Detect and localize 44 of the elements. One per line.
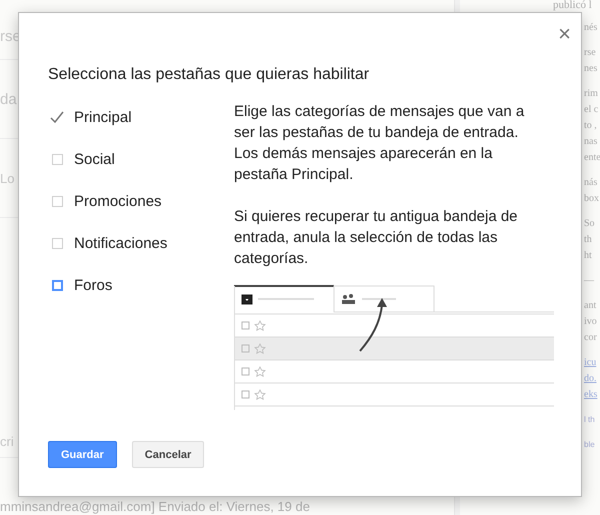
background-text: cor <box>584 331 597 345</box>
category-option[interactable]: Social <box>48 148 234 170</box>
description-text: Elige las categorías de mensajes que van a ser las pestañas de tu bandeja de entrada. Los demás mensajes aparecerán en la pestaña Principal. <box>234 102 526 185</box>
background-text: eks <box>584 388 598 402</box>
background-text: ble <box>584 439 595 451</box>
checkbox[interactable] <box>52 154 63 164</box>
background-text: ente <box>584 151 600 165</box>
background-text: nés <box>584 21 598 35</box>
checkbox[interactable] <box>52 280 63 290</box>
background-text: nás <box>584 176 598 190</box>
background-text: So <box>584 217 595 231</box>
background-text: — <box>584 274 594 288</box>
category-option[interactable]: Promociones <box>48 190 234 212</box>
background-text: nas <box>584 135 598 149</box>
background-text: th <box>584 233 592 247</box>
background-text: ivo <box>584 315 597 329</box>
category-label: Foros <box>74 276 112 294</box>
category-label: Principal <box>74 108 132 126</box>
cancel-button[interactable]: Cancelar <box>132 441 204 468</box>
background-text: l th <box>584 414 595 426</box>
category-option[interactable]: Notificaciones <box>48 232 234 254</box>
background-text: box <box>584 192 599 206</box>
background-text: rim <box>584 87 598 101</box>
background-text: rse <box>584 46 596 60</box>
background-text: to , <box>584 119 597 133</box>
category-option[interactable]: Foros <box>48 274 234 296</box>
background-text: nes <box>584 62 598 76</box>
checkmark-icon[interactable] <box>50 111 64 123</box>
category-label: Promociones <box>74 192 162 210</box>
background-text: icu <box>584 356 596 370</box>
background-text: ant <box>584 299 596 313</box>
email-header-text: mminsandrea@gmail.com] Enviado el: Viernes, 19 de <box>0 499 310 514</box>
background-text: do. <box>584 372 596 386</box>
background-text: publicó l <box>553 0 592 11</box>
background-text: ht <box>584 249 592 263</box>
category-label: Notificaciones <box>74 234 168 252</box>
checkbox[interactable] <box>52 238 63 248</box>
checkbox[interactable] <box>52 196 63 206</box>
category-label: Social <box>74 150 115 168</box>
description-text: Si quieres recuperar tu antigua bandeja de entrada, anula la selección de todas las categorías. <box>234 207 519 269</box>
dialog-title: Selecciona las pestañas que quieras habilitar <box>48 66 370 84</box>
close-button[interactable]: × <box>558 24 571 44</box>
category-option[interactable]: Principal <box>48 106 234 128</box>
background-text: el c <box>584 103 598 117</box>
